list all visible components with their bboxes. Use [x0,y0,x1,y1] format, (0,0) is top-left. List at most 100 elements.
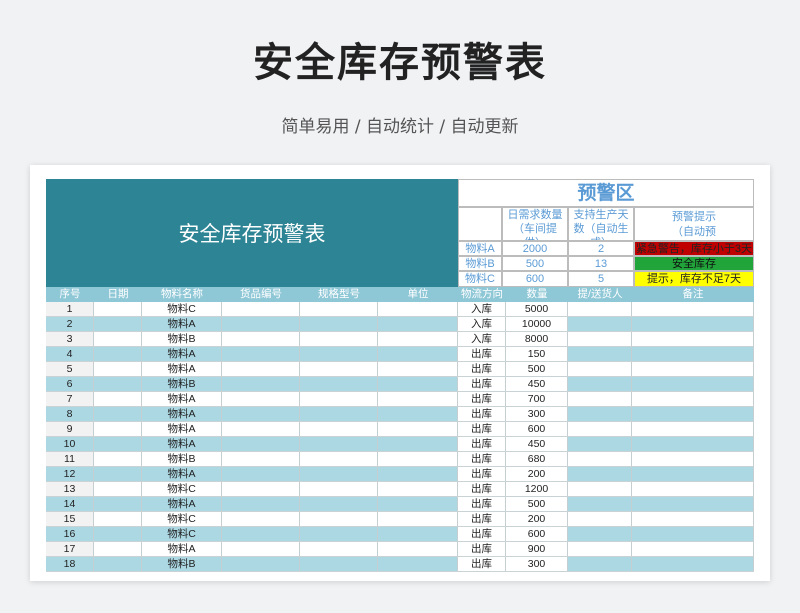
cell-direction[interactable]: 出库 [458,467,506,481]
cell-unit[interactable] [378,347,458,361]
cell-date[interactable] [94,362,142,376]
cell-unit[interactable] [378,527,458,541]
cell-direction[interactable]: 入库 [458,302,506,316]
cell-quantity[interactable]: 600 [506,527,568,541]
cell-quantity[interactable]: 450 [506,437,568,451]
cell-handler[interactable] [568,422,632,436]
cell-spec[interactable] [300,377,378,391]
cell-code[interactable] [222,407,300,421]
cell-direction[interactable]: 出库 [458,347,506,361]
cell-date[interactable] [94,482,142,496]
cell-date[interactable] [94,497,142,511]
cell-spec[interactable] [300,542,378,556]
cell-spec[interactable] [300,392,378,406]
cell-spec[interactable] [300,332,378,346]
cell-notes[interactable] [632,557,754,571]
cell-spec[interactable] [300,482,378,496]
cell-material[interactable]: 物料A [142,542,222,556]
cell-handler[interactable] [568,527,632,541]
cell-index[interactable]: 2 [46,317,94,331]
cell-quantity[interactable]: 500 [506,362,568,376]
cell-handler[interactable] [568,407,632,421]
cell-material[interactable]: 物料A [142,422,222,436]
cell-index[interactable]: 17 [46,542,94,556]
cell-code[interactable] [222,512,300,526]
cell-unit[interactable] [378,467,458,481]
cell-date[interactable] [94,347,142,361]
cell-handler[interactable] [568,437,632,451]
cell-material[interactable]: 物料C [142,527,222,541]
cell-code[interactable] [222,317,300,331]
cell-quantity[interactable]: 900 [506,542,568,556]
cell-notes[interactable] [632,437,754,451]
cell-direction[interactable]: 出库 [458,362,506,376]
cell-material[interactable]: 物料B [142,377,222,391]
cell-index[interactable]: 7 [46,392,94,406]
cell-direction[interactable]: 出库 [458,392,506,406]
cell-index[interactable]: 16 [46,527,94,541]
cell-unit[interactable] [378,407,458,421]
cell-notes[interactable] [632,542,754,556]
cell-quantity[interactable]: 200 [506,467,568,481]
cell-direction[interactable]: 出库 [458,542,506,556]
cell-unit[interactable] [378,557,458,571]
cell-quantity[interactable]: 700 [506,392,568,406]
cell-handler[interactable] [568,347,632,361]
cell-code[interactable] [222,347,300,361]
cell-unit[interactable] [378,437,458,451]
cell-handler[interactable] [568,542,632,556]
cell-handler[interactable] [568,557,632,571]
cell-quantity[interactable]: 300 [506,407,568,421]
cell-material[interactable]: 物料C [142,302,222,316]
cell-notes[interactable] [632,527,754,541]
cell-material[interactable]: 物料A [142,407,222,421]
cell-handler[interactable] [568,467,632,481]
cell-index[interactable]: 15 [46,512,94,526]
cell-quantity[interactable]: 600 [506,422,568,436]
cell-spec[interactable] [300,422,378,436]
cell-spec[interactable] [300,347,378,361]
cell-direction[interactable]: 出库 [458,452,506,466]
cell-direction[interactable]: 出库 [458,437,506,451]
cell-spec[interactable] [300,467,378,481]
cell-handler[interactable] [568,377,632,391]
cell-material[interactable]: 物料B [142,332,222,346]
cell-code[interactable] [222,437,300,451]
cell-index[interactable]: 9 [46,422,94,436]
cell-direction[interactable]: 出库 [458,527,506,541]
cell-date[interactable] [94,407,142,421]
cell-quantity[interactable]: 1200 [506,482,568,496]
cell-notes[interactable] [632,422,754,436]
cell-notes[interactable] [632,317,754,331]
cell-index[interactable]: 10 [46,437,94,451]
cell-material[interactable]: 物料B [142,452,222,466]
cell-code[interactable] [222,302,300,316]
cell-handler[interactable] [568,512,632,526]
cell-spec[interactable] [300,362,378,376]
cell-direction[interactable]: 出库 [458,497,506,511]
cell-index[interactable]: 12 [46,467,94,481]
cell-notes[interactable] [632,362,754,376]
cell-unit[interactable] [378,377,458,391]
cell-unit[interactable] [378,497,458,511]
cell-handler[interactable] [568,332,632,346]
cell-notes[interactable] [632,392,754,406]
cell-index[interactable]: 18 [46,557,94,571]
cell-index[interactable]: 11 [46,452,94,466]
cell-material[interactable]: 物料A [142,362,222,376]
cell-code[interactable] [222,557,300,571]
cell-code[interactable] [222,527,300,541]
cell-notes[interactable] [632,332,754,346]
cell-quantity[interactable]: 200 [506,512,568,526]
cell-date[interactable] [94,437,142,451]
cell-handler[interactable] [568,497,632,511]
cell-unit[interactable] [378,392,458,406]
cell-direction[interactable]: 出库 [458,557,506,571]
cell-unit[interactable] [378,482,458,496]
cell-date[interactable] [94,467,142,481]
cell-date[interactable] [94,452,142,466]
cell-handler[interactable] [568,302,632,316]
cell-quantity[interactable]: 10000 [506,317,568,331]
cell-material[interactable]: 物料A [142,392,222,406]
cell-date[interactable] [94,557,142,571]
